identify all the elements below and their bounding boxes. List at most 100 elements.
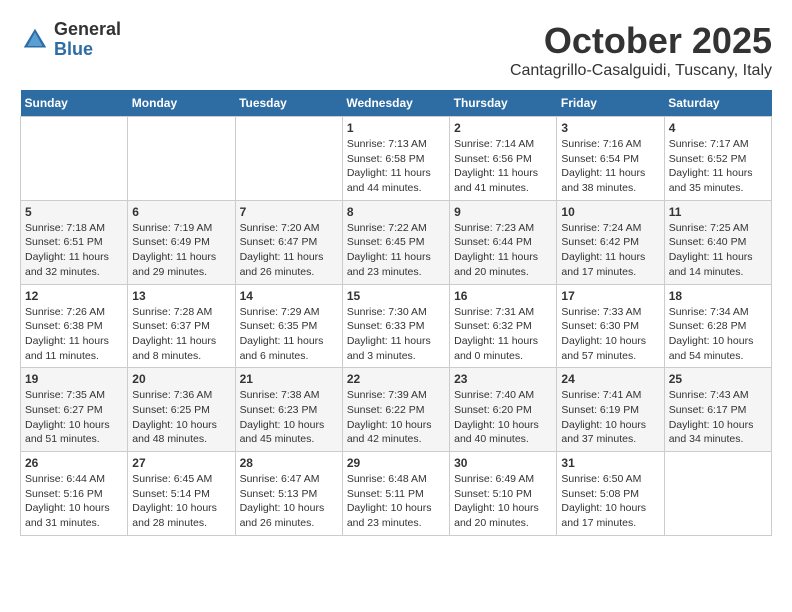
day-number: 29 [347,456,445,470]
day-number: 9 [454,205,552,219]
day-info: Sunrise: 7:41 AM Sunset: 6:19 PM Dayligh… [561,388,659,447]
day-info: Sunrise: 7:16 AM Sunset: 6:54 PM Dayligh… [561,137,659,196]
calendar-day-cell [21,117,128,201]
day-number: 30 [454,456,552,470]
day-info: Sunrise: 7:14 AM Sunset: 6:56 PM Dayligh… [454,137,552,196]
calendar-day-cell: 2 Sunrise: 7:14 AM Sunset: 6:56 PM Daylig… [450,117,557,201]
day-number: 3 [561,121,659,135]
calendar-day-cell: 16 Sunrise: 7:31 AM Sunset: 6:32 PM Dayli… [450,284,557,368]
day-number: 23 [454,372,552,386]
calendar-body: 1Sunrise: 7:13 AM Sunset: 6:58 PM Daylig… [21,117,772,536]
day-number: 16 [454,289,552,303]
day-number: 11 [669,205,767,219]
day-info: Sunrise: 6:44 AM Sunset: 5:16 PM Dayligh… [25,472,123,531]
calendar-week-row: 1Sunrise: 7:13 AM Sunset: 6:58 PM Daylig… [21,117,772,201]
calendar-day-cell: 4 Sunrise: 7:17 AM Sunset: 6:52 PM Daylig… [664,117,771,201]
page-header: General Blue October 2025 Cantagrillo-Ca… [20,20,772,80]
day-info: Sunrise: 6:50 AM Sunset: 5:08 PM Dayligh… [561,472,659,531]
calendar-day-cell: 12Sunrise: 7:26 AM Sunset: 6:38 PM Dayli… [21,284,128,368]
day-of-week-header: Friday [557,90,664,117]
day-number: 5 [25,205,123,219]
day-info: Sunrise: 7:35 AM Sunset: 6:27 PM Dayligh… [25,388,123,447]
day-number: 26 [25,456,123,470]
logo-icon [20,25,50,55]
day-number: 27 [132,456,230,470]
day-info: Sunrise: 7:25 AM Sunset: 6:40 PM Dayligh… [669,221,767,280]
calendar-day-cell: 21Sunrise: 7:38 AM Sunset: 6:23 PM Dayli… [235,368,342,452]
day-info: Sunrise: 7:28 AM Sunset: 6:37 PM Dayligh… [132,305,230,364]
calendar-day-cell: 27 Sunrise: 6:45 AM Sunset: 5:14 PM Dayli… [128,452,235,536]
day-number: 21 [240,372,338,386]
day-number: 22 [347,372,445,386]
day-number: 24 [561,372,659,386]
calendar-day-cell: 13 Sunrise: 7:28 AM Sunset: 6:37 PM Dayli… [128,284,235,368]
day-info: Sunrise: 7:22 AM Sunset: 6:45 PM Dayligh… [347,221,445,280]
day-info: Sunrise: 6:45 AM Sunset: 5:14 PM Dayligh… [132,472,230,531]
calendar-day-cell: 7Sunrise: 7:20 AM Sunset: 6:47 PM Daylig… [235,200,342,284]
logo: General Blue [20,20,121,60]
calendar-day-cell: 9 Sunrise: 7:23 AM Sunset: 6:44 PM Daylig… [450,200,557,284]
day-info: Sunrise: 7:33 AM Sunset: 6:30 PM Dayligh… [561,305,659,364]
calendar-day-cell [664,452,771,536]
calendar-day-cell: 22 Sunrise: 7:39 AM Sunset: 6:22 PM Dayli… [342,368,449,452]
day-number: 7 [240,205,338,219]
day-info: Sunrise: 7:39 AM Sunset: 6:22 PM Dayligh… [347,388,445,447]
location: Cantagrillo-Casalguidi, Tuscany, Italy [510,62,772,80]
day-of-week-header: Wednesday [342,90,449,117]
day-info: Sunrise: 7:13 AM Sunset: 6:58 PM Dayligh… [347,137,445,196]
day-number: 18 [669,289,767,303]
day-number: 8 [347,205,445,219]
day-info: Sunrise: 6:48 AM Sunset: 5:11 PM Dayligh… [347,472,445,531]
day-info: Sunrise: 7:26 AM Sunset: 6:38 PM Dayligh… [25,305,123,364]
day-info: Sunrise: 7:31 AM Sunset: 6:32 PM Dayligh… [454,305,552,364]
day-number: 6 [132,205,230,219]
day-info: Sunrise: 6:47 AM Sunset: 5:13 PM Dayligh… [240,472,338,531]
day-of-week-header: Thursday [450,90,557,117]
days-of-week-row: SundayMondayTuesdayWednesdayThursdayFrid… [21,90,772,117]
day-number: 10 [561,205,659,219]
day-of-week-header: Saturday [664,90,771,117]
calendar-day-cell: 1Sunrise: 7:13 AM Sunset: 6:58 PM Daylig… [342,117,449,201]
day-number: 25 [669,372,767,386]
calendar-day-cell: 23Sunrise: 7:40 AM Sunset: 6:20 PM Dayli… [450,368,557,452]
calendar: SundayMondayTuesdayWednesdayThursdayFrid… [20,90,772,536]
day-number: 17 [561,289,659,303]
day-number: 2 [454,121,552,135]
day-info: Sunrise: 7:23 AM Sunset: 6:44 PM Dayligh… [454,221,552,280]
calendar-week-row: 19 Sunrise: 7:35 AM Sunset: 6:27 PM Dayli… [21,368,772,452]
calendar-day-cell: 20Sunrise: 7:36 AM Sunset: 6:25 PM Dayli… [128,368,235,452]
day-of-week-header: Tuesday [235,90,342,117]
calendar-day-cell: 24 Sunrise: 7:41 AM Sunset: 6:19 PM Dayli… [557,368,664,452]
calendar-week-row: 5 Sunrise: 7:18 AM Sunset: 6:51 PM Daylig… [21,200,772,284]
day-number: 19 [25,372,123,386]
calendar-day-cell: 8 Sunrise: 7:22 AM Sunset: 6:45 PM Daylig… [342,200,449,284]
day-of-week-header: Monday [128,90,235,117]
month-title: October 2025 [510,20,772,62]
day-info: Sunrise: 7:19 AM Sunset: 6:49 PM Dayligh… [132,221,230,280]
calendar-day-cell: 25Sunrise: 7:43 AM Sunset: 6:17 PM Dayli… [664,368,771,452]
day-info: Sunrise: 7:29 AM Sunset: 6:35 PM Dayligh… [240,305,338,364]
day-number: 14 [240,289,338,303]
day-number: 31 [561,456,659,470]
calendar-day-cell: 3 Sunrise: 7:16 AM Sunset: 6:54 PM Daylig… [557,117,664,201]
day-info: Sunrise: 7:18 AM Sunset: 6:51 PM Dayligh… [25,221,123,280]
calendar-header: SundayMondayTuesdayWednesdayThursdayFrid… [21,90,772,117]
calendar-day-cell: 6 Sunrise: 7:19 AM Sunset: 6:49 PM Daylig… [128,200,235,284]
day-number: 20 [132,372,230,386]
day-number: 4 [669,121,767,135]
title-block: October 2025 Cantagrillo-Casalguidi, Tus… [510,20,772,80]
logo-blue: Blue [54,40,121,60]
calendar-day-cell: 31 Sunrise: 6:50 AM Sunset: 5:08 PM Dayli… [557,452,664,536]
day-number: 15 [347,289,445,303]
logo-text: General Blue [54,20,121,60]
day-number: 13 [132,289,230,303]
calendar-day-cell [128,117,235,201]
calendar-day-cell: 28Sunrise: 6:47 AM Sunset: 5:13 PM Dayli… [235,452,342,536]
day-info: Sunrise: 7:24 AM Sunset: 6:42 PM Dayligh… [561,221,659,280]
calendar-day-cell: 18 Sunrise: 7:34 AM Sunset: 6:28 PM Dayli… [664,284,771,368]
calendar-day-cell: 17 Sunrise: 7:33 AM Sunset: 6:30 PM Dayli… [557,284,664,368]
day-info: Sunrise: 7:30 AM Sunset: 6:33 PM Dayligh… [347,305,445,364]
day-info: Sunrise: 7:34 AM Sunset: 6:28 PM Dayligh… [669,305,767,364]
day-info: Sunrise: 7:17 AM Sunset: 6:52 PM Dayligh… [669,137,767,196]
logo-general: General [54,20,121,40]
